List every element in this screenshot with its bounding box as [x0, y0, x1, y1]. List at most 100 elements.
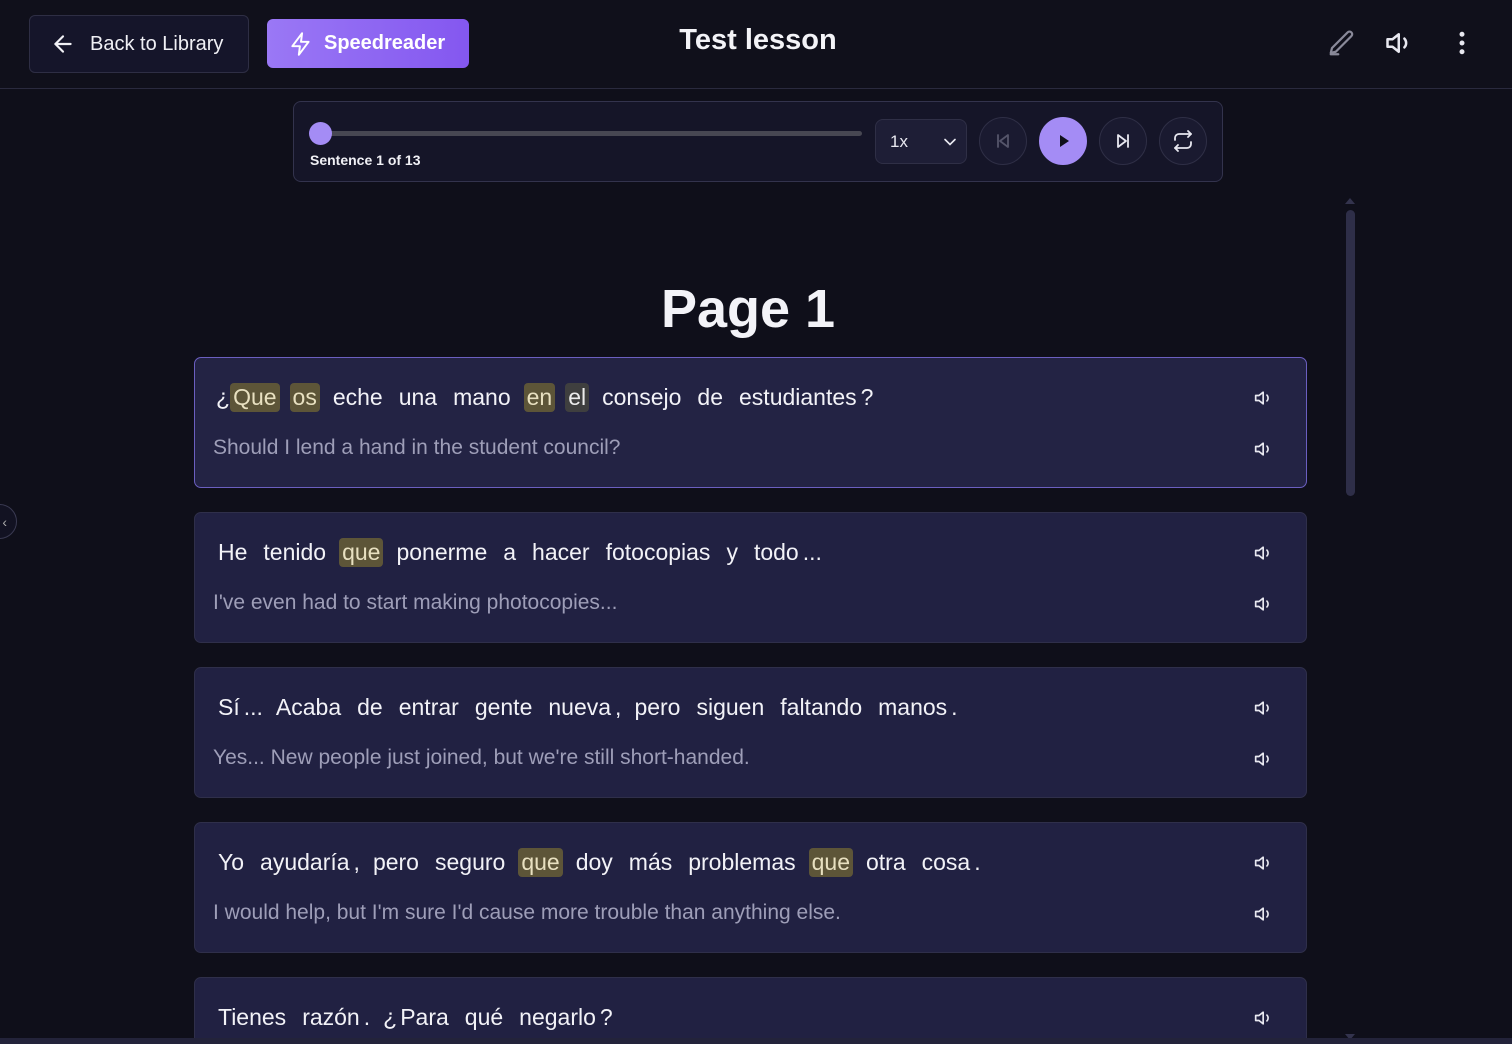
word-token[interactable]: hacer — [529, 538, 593, 567]
word-token[interactable]: manos — [875, 693, 950, 722]
word-token[interactable]: . — [364, 1003, 370, 1032]
word-token[interactable]: seguro — [432, 848, 508, 877]
speaker-icon[interactable] — [1252, 541, 1276, 565]
sidebar-collapse-button[interactable]: ‹ — [0, 504, 17, 539]
translation-text: I've even had to start making photocopie… — [213, 591, 618, 614]
chevron-left-icon: ‹ — [2, 513, 7, 530]
word-token[interactable]: cosa — [919, 848, 974, 877]
word-token[interactable]: , — [354, 848, 360, 877]
word-token[interactable]: una — [396, 383, 440, 412]
sentence-text: Sí... Acaba de entrar gente nueva, pero siguen f… — [215, 691, 968, 723]
edit-icon[interactable] — [1325, 26, 1359, 60]
speaker-icon[interactable] — [1252, 851, 1276, 875]
word-token[interactable]: pero — [370, 848, 422, 877]
word-token[interactable]: en — [523, 382, 556, 412]
word-token[interactable]: entrar — [396, 693, 462, 722]
speedreader-label: Speedreader — [324, 32, 446, 54]
sentence-card[interactable]: He tenido que ponerme a hacer fotocopias y todo.… — [194, 512, 1307, 643]
sentence-card[interactable]: Tienes razón. ¿ Para qué negarlo? — [194, 977, 1307, 1044]
skip-back-icon — [997, 134, 1009, 148]
word-token[interactable]: Sí — [215, 693, 243, 722]
skip-forward-button[interactable] — [1099, 117, 1147, 165]
word-token[interactable]: ? — [861, 383, 874, 412]
word-token[interactable]: ¿ — [380, 1003, 397, 1032]
arrow-left-icon — [54, 35, 72, 53]
word-token[interactable]: de — [354, 693, 386, 722]
word-token[interactable]: de — [694, 383, 726, 412]
speaker-icon[interactable] — [1252, 592, 1276, 616]
word-token[interactable]: mano — [450, 383, 514, 412]
speaker-icon[interactable] — [1252, 1006, 1276, 1030]
word-token[interactable]: faltando — [777, 693, 865, 722]
speaker-icon[interactable] — [1252, 747, 1276, 771]
speaker-icon[interactable] — [1252, 386, 1276, 410]
word-token[interactable]: nueva — [545, 693, 614, 722]
word-token[interactable]: Que — [230, 382, 280, 412]
scroll-up-arrow[interactable] — [1345, 198, 1355, 204]
word-token[interactable]: que — [518, 847, 563, 877]
word-token[interactable]: ... — [244, 693, 263, 722]
word-token[interactable]: ponerme — [393, 538, 490, 567]
word-token[interactable]: siguen — [693, 693, 767, 722]
word-token[interactable]: pero — [631, 693, 683, 722]
progress-thumb[interactable] — [309, 122, 332, 145]
word-token[interactable]: a — [500, 538, 519, 567]
top-bar: Back to Library Speedreader Test lesson — [0, 0, 1512, 89]
page-heading: Page 1 — [660, 279, 836, 339]
word-token[interactable]: ¿ — [213, 383, 230, 412]
word-token[interactable]: todo — [751, 538, 802, 567]
word-token[interactable]: Yo — [215, 848, 247, 877]
word-token[interactable]: negarlo — [516, 1003, 599, 1032]
speaker-icon[interactable] — [1252, 902, 1276, 926]
word-token[interactable]: ? — [600, 1003, 613, 1032]
translation-text: Should I lend a hand in the student coun… — [213, 436, 621, 459]
playback-speed-select[interactable]: 1x — [875, 119, 967, 164]
word-token[interactable]: gente — [472, 693, 536, 722]
speaker-icon[interactable] — [1252, 437, 1276, 461]
word-token[interactable]: . — [951, 693, 957, 722]
word-token[interactable]: y — [723, 538, 741, 567]
word-token[interactable]: eche — [330, 383, 386, 412]
volume-icon[interactable] — [1383, 26, 1417, 60]
speaker-icon[interactable] — [1252, 696, 1276, 720]
sentence-card[interactable]: Sí... Acaba de entrar gente nueva, pero siguen f… — [194, 667, 1307, 798]
bottom-border — [0, 1038, 1512, 1044]
scrollbar-thumb[interactable] — [1346, 210, 1355, 496]
back-to-library-button[interactable]: Back to Library — [29, 15, 249, 73]
word-token[interactable]: fotocopias — [603, 538, 714, 567]
word-token[interactable]: os — [289, 382, 320, 412]
word-token[interactable]: qué — [462, 1003, 506, 1032]
word-token[interactable]: ... — [803, 538, 822, 567]
progress-track[interactable] — [320, 131, 862, 136]
word-token[interactable]: más — [626, 848, 675, 877]
skip-back-button[interactable] — [979, 117, 1027, 165]
play-button[interactable] — [1039, 117, 1087, 165]
word-token[interactable]: que — [808, 847, 853, 877]
more-vertical-icon[interactable] — [1445, 26, 1479, 60]
word-token[interactable]: el — [565, 382, 590, 412]
word-token[interactable]: Para — [397, 1003, 452, 1032]
sentence-card[interactable]: Yo ayudaría, pero seguro que doy más problemas q… — [194, 822, 1307, 953]
repeat-icon — [1174, 130, 1192, 152]
word-token[interactable]: estudiantes — [736, 383, 860, 412]
word-token[interactable]: problemas — [685, 848, 798, 877]
repeat-button[interactable] — [1159, 117, 1207, 165]
word-token[interactable]: ayudaría — [257, 848, 353, 877]
word-token[interactable]: razón — [299, 1003, 363, 1032]
translation-text: I would help, but I'm sure I'd cause mor… — [213, 901, 841, 924]
word-token[interactable]: tenido — [260, 538, 329, 567]
word-token[interactable]: Acaba — [273, 693, 344, 722]
word-token[interactable]: que — [339, 537, 384, 567]
word-token[interactable]: doy — [573, 848, 616, 877]
speedreader-button[interactable]: Speedreader — [267, 19, 469, 68]
word-token[interactable]: otra — [863, 848, 909, 877]
word-token[interactable]: , — [615, 693, 621, 722]
lesson-title: Test lesson — [679, 24, 837, 56]
speed-value: 1x — [890, 131, 908, 151]
word-token[interactable]: Tienes — [215, 1003, 289, 1032]
word-token[interactable]: consejo — [599, 383, 684, 412]
word-token[interactable]: . — [974, 848, 980, 877]
chevron-down-icon — [944, 138, 956, 146]
word-token[interactable]: He — [215, 538, 250, 567]
sentence-card[interactable]: ¿ Que os eche una mano en el consejo de estudiante… — [194, 357, 1307, 488]
